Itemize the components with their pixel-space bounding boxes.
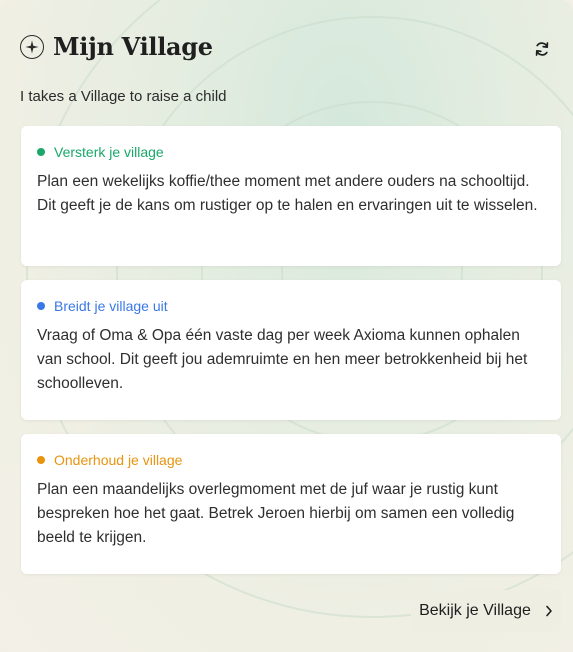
card-tag: Onderhoud je village xyxy=(37,452,543,468)
card-tag-label: Onderhoud je village xyxy=(54,452,183,468)
card-tag-label: Breidt je village uit xyxy=(54,298,168,314)
view-village-label: Bekijk je Village xyxy=(419,602,531,619)
advice-card-expand[interactable]: Breidt je village uit Vraag of Oma & Opa… xyxy=(21,280,561,420)
refresh-button[interactable] xyxy=(531,38,553,60)
card-tag: Breidt je village uit xyxy=(37,298,543,314)
card-tag: Versterk je village xyxy=(37,144,543,160)
view-village-button[interactable]: Bekijk je Village xyxy=(411,590,561,632)
card-tag-label: Versterk je village xyxy=(54,144,164,160)
status-dot-icon xyxy=(37,302,45,310)
status-dot-icon xyxy=(37,456,45,464)
header: Mijn Village xyxy=(20,32,213,61)
advice-card-maintain[interactable]: Onderhoud je village Plan een maandelijk… xyxy=(21,434,561,574)
card-body: Plan een maandelijks overlegmoment met d… xyxy=(37,481,515,546)
compass-star-icon xyxy=(20,34,44,59)
subtitle: I takes a Village to raise a child xyxy=(20,88,227,105)
refresh-icon xyxy=(535,42,549,56)
card-body: Plan een wekelijks koffie/thee moment me… xyxy=(37,173,538,214)
chevron-right-icon xyxy=(546,605,552,617)
village-panel: Mijn Village I takes a Village to raise … xyxy=(0,0,573,652)
advice-card-strengthen[interactable]: Versterk je village Plan een wekelijks k… xyxy=(21,126,561,266)
status-dot-icon xyxy=(37,148,45,156)
card-body: Vraag of Oma & Opa één vaste dag per wee… xyxy=(37,327,528,392)
page-title: Mijn Village xyxy=(53,32,213,61)
